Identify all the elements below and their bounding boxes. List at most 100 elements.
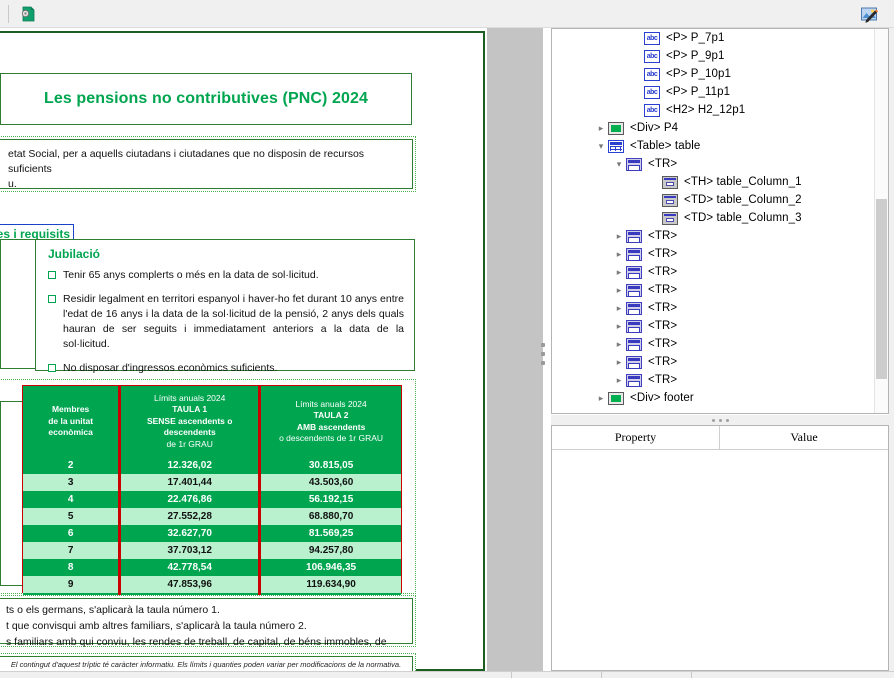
table-row[interactable]: 317.401,4443.503,60 (23, 474, 401, 491)
vertical-splitter-handle[interactable] (540, 343, 546, 365)
chevron-right-icon[interactable]: ▸ (594, 124, 608, 133)
tag-tree-vertical-scrollbar[interactable] (874, 29, 888, 413)
property-column-header[interactable]: Property (552, 426, 720, 449)
requirement-item: Residir legalment en territori espanyol … (48, 292, 404, 352)
document-viewer-pane[interactable]: Les pensions no contributives (PNC) 2024… (0, 28, 487, 671)
table-row[interactable]: 632.627,7081.569,25 (23, 525, 401, 542)
chevron-right-icon[interactable]: ▸ (612, 340, 626, 349)
tree-item[interactable]: ▸ <TR> (552, 317, 874, 335)
tree-item[interactable]: ▾<Table> table (552, 137, 874, 155)
footer-tagged-region: El contingut d'aquest tríptic té caràcte… (0, 653, 416, 671)
tree-item[interactable]: <TD> table_Column_2 (552, 191, 874, 209)
image-tool-icon[interactable] (858, 4, 880, 24)
chevron-right-icon[interactable]: ▸ (612, 358, 626, 367)
table-cell-3: 119.634,90 (261, 576, 401, 593)
table-row-icon (626, 302, 642, 315)
th2-line4: de 1r GRAU (123, 439, 256, 450)
intro-line-1: etat Social, per a aquells ciutadans i c… (8, 147, 404, 177)
table-cell-icon (662, 194, 678, 207)
tree-item[interactable]: abc<P> P_11p1 (552, 83, 874, 101)
tree-item[interactable]: ▸ <Div> footer (552, 389, 874, 407)
tree-item-label: <TH> table_Column_1 (684, 176, 802, 188)
tag-tree-scroll-area[interactable]: abc<P> P_7p1 abc<P> P_9p1 abc<P> P_10p1 … (552, 29, 874, 413)
tree-item[interactable]: ▸<TR> (552, 335, 874, 353)
table-row[interactable]: 947.853,96119.634,90 (23, 576, 401, 593)
th2-line2: TAULA 1 (123, 404, 256, 415)
tree-item[interactable]: ▸<TR> (552, 281, 874, 299)
status-segment-3 (602, 672, 692, 678)
tree-item-label: <TR> (648, 374, 677, 386)
tree-item-label: <TR> (648, 320, 677, 332)
tree-item-label: <Div> footer (630, 392, 694, 404)
chevron-right-icon[interactable]: ▸ (612, 268, 626, 277)
status-bar (0, 671, 894, 678)
chevron-down-icon[interactable]: ▾ (612, 160, 626, 169)
intro-line-2: u. (8, 177, 404, 192)
chevron-right-icon[interactable]: ▸ (612, 304, 626, 313)
chevron-right-icon[interactable]: ▸ (612, 376, 626, 385)
tree-item-label: <TR> (648, 230, 677, 242)
table-row-icon (626, 374, 642, 387)
th1-line3: econòmica (25, 427, 116, 438)
table-cell-2: 37.703,12 (121, 542, 261, 559)
table-row-icon (626, 230, 642, 243)
th2-line3: SENSE ascendents o descendents (123, 416, 256, 439)
chevron-right-icon[interactable]: ▸ (612, 322, 626, 331)
tree-item[interactable]: ▸<Div> P4 (552, 119, 874, 137)
requirement-text: Residir legalment en territori espanyol … (63, 292, 404, 352)
horizontal-splitter-handle[interactable] (551, 415, 889, 425)
tree-item[interactable]: ▸<TR> (552, 353, 874, 371)
chevron-right-icon[interactable]: ▸ (594, 394, 608, 403)
abc-text-icon: abc (644, 32, 660, 45)
tree-item[interactable]: ▸<TR> (552, 299, 874, 317)
table-cell-1: 5 (23, 508, 121, 525)
tree-item-label: <TR> (648, 158, 677, 170)
tree-item[interactable]: <TH> table_Column_1 (552, 173, 874, 191)
div-container-icon (608, 392, 624, 405)
table-row[interactable]: 212.326,0230.815,05 (23, 457, 401, 474)
tree-item[interactable]: abc<P> P_9p1 (552, 47, 874, 65)
chevron-right-icon[interactable]: ▸ (612, 250, 626, 259)
table-row[interactable]: 422.476,8656.192,15 (23, 491, 401, 508)
tree-item[interactable]: abc<H2> H2_12p1 (552, 101, 874, 119)
table-row[interactable]: 842.778,54106.946,35 (23, 559, 401, 576)
tree-item[interactable]: ▾ <TR> (552, 155, 874, 173)
value-column-header[interactable]: Value (720, 426, 888, 449)
requirements-box: Jubilació Tenir 65 anys complerts o més … (35, 239, 415, 371)
requirement-item: No disposar d'ingressos econòmics sufici… (48, 361, 404, 376)
tree-item[interactable]: ▸ <TR> (552, 371, 874, 389)
tree-item[interactable]: ▸<TR> (552, 263, 874, 281)
table-row-icon (626, 284, 642, 297)
tree-item[interactable]: <TD> table_Column_3 (552, 209, 874, 227)
tag-tree-panel[interactable]: abc<P> P_7p1 abc<P> P_9p1 abc<P> P_10p1 … (551, 28, 889, 414)
chevron-right-icon[interactable]: ▸ (612, 286, 626, 295)
tree-item[interactable]: abc<P> P_10p1 (552, 65, 874, 83)
property-grid-body[interactable] (552, 450, 888, 670)
th1-line1: Membres (25, 404, 116, 415)
document-icon[interactable] (17, 4, 39, 24)
table-header-cell-3: Límits anuals 2024 TAULA 2 AMB ascendent… (261, 386, 401, 457)
tree-item-label: <H2> H2_12p1 (666, 104, 745, 116)
table-header-cell-1: Membres de la unitat econòmica (23, 386, 121, 457)
tree-item[interactable]: ▸<TR> (552, 245, 874, 263)
table-cell-3: 56.192,15 (261, 491, 401, 508)
note-line-2: t que convisqui amb altres familiars, s'… (6, 619, 406, 635)
tree-item[interactable]: abc<P> P_7p1 (552, 29, 874, 47)
property-grid-panel[interactable]: Property Value (551, 425, 889, 671)
table-cell-2: 12.326,02 (121, 457, 261, 474)
table-row[interactable]: 527.552,2868.880,70 (23, 508, 401, 525)
table-cell-1: 8 (23, 559, 121, 576)
tree-spacer (630, 52, 644, 61)
th1-line2: de la unitat (25, 416, 116, 427)
table-header-cell-2: Límits anuals 2024 TAULA 1 SENSE ascende… (121, 386, 261, 457)
tree-item-label: <P> P_11p1 (666, 86, 730, 98)
table-cell-icon (662, 176, 678, 189)
scrollbar-thumb[interactable] (876, 199, 887, 379)
chevron-right-icon[interactable]: ▸ (612, 232, 626, 241)
pdf-page: Les pensions no contributives (PNC) 2024… (0, 31, 485, 671)
pnc-limits-table-wrapper[interactable]: Membres de la unitat econòmica Límits an… (22, 385, 402, 593)
table-row[interactable]: 737.703,1294.257,80 (23, 542, 401, 559)
table-cell-3: 43.503,60 (261, 474, 401, 491)
chevron-down-icon[interactable]: ▾ (594, 142, 608, 151)
tree-item[interactable]: ▸ <TR> (552, 227, 874, 245)
